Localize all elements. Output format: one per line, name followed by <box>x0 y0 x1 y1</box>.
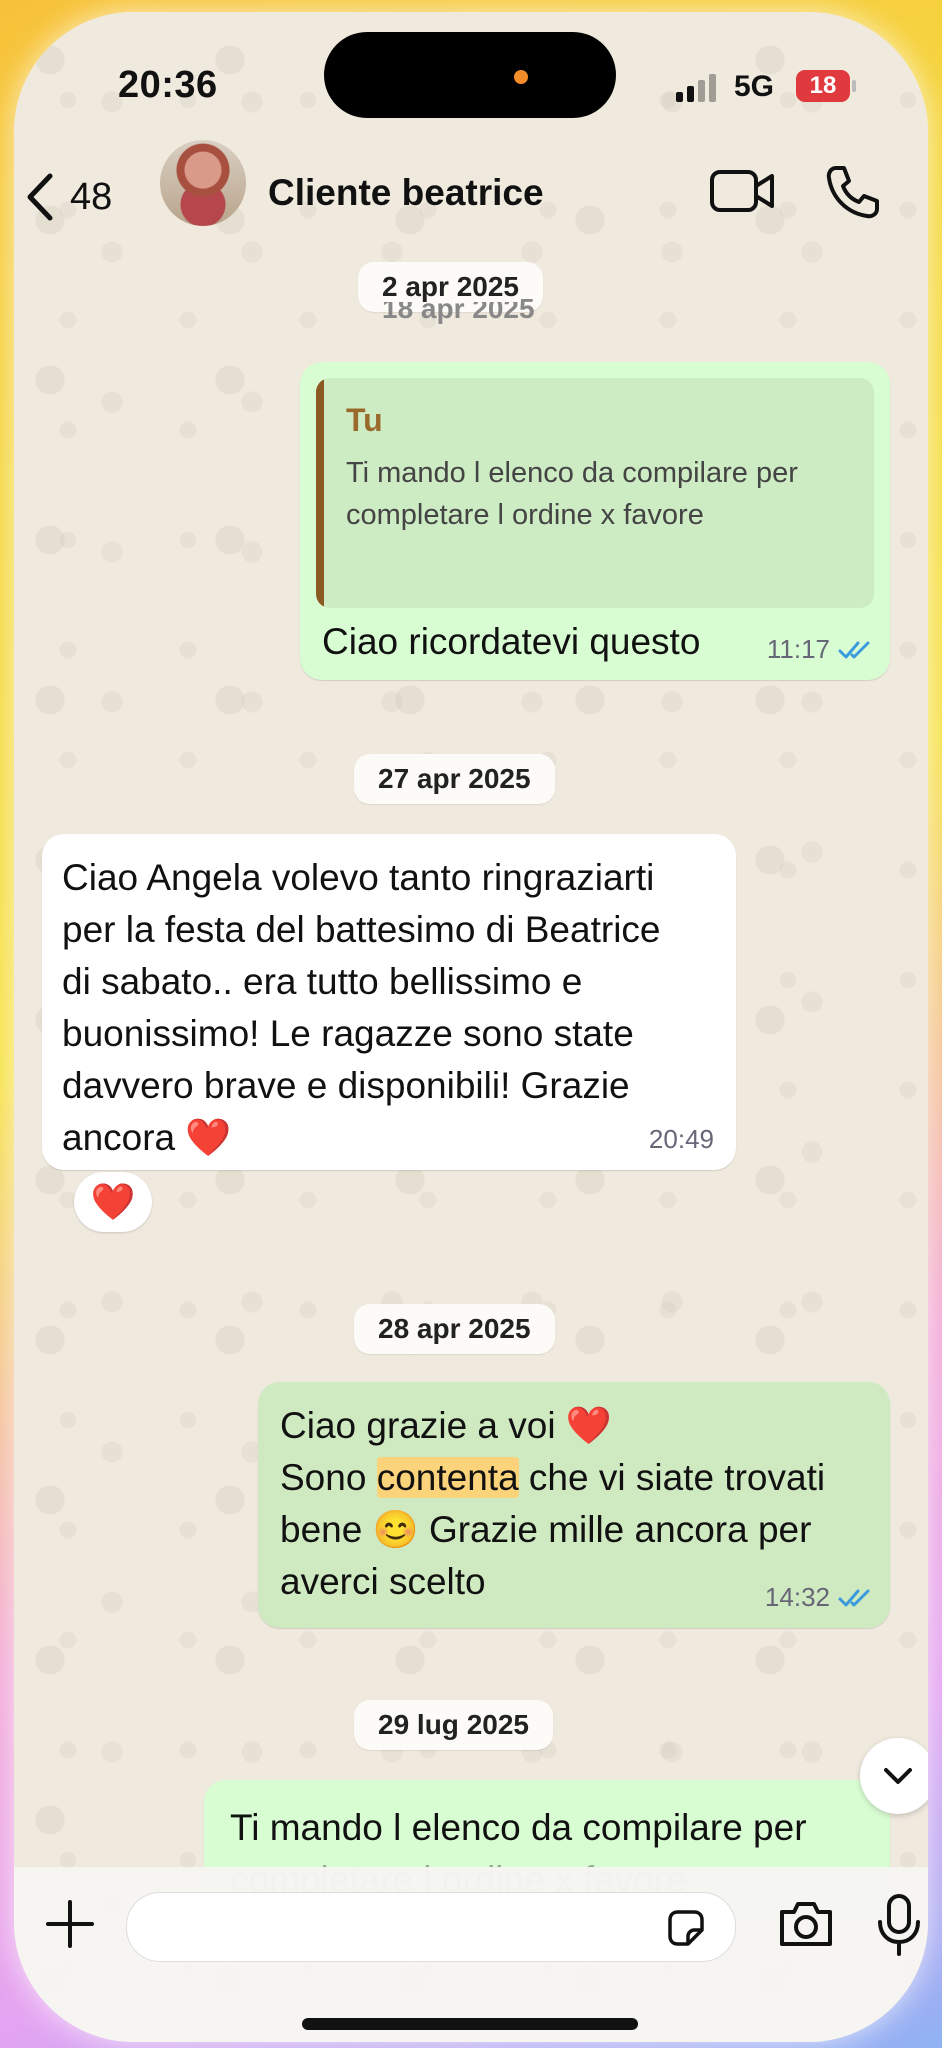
signal-icon <box>676 72 720 102</box>
message-bubble-incoming[interactable]: Ciao Angela volevo tanto ringraziarti pe… <box>42 834 736 1170</box>
phone-screen: 20:36 5G 18 48 Cliente beatrice 18 apr 2… <box>14 12 928 2042</box>
message-input[interactable] <box>126 1892 736 1962</box>
dynamic-island <box>324 32 616 118</box>
unread-count: 48 <box>70 175 113 218</box>
avatar[interactable] <box>160 140 246 226</box>
plus-icon <box>46 1900 94 1948</box>
back-button[interactable]: 48 <box>22 162 142 232</box>
reaction-badge[interactable]: ❤️ <box>74 1172 152 1232</box>
date-label: 28 apr 2025 <box>378 1313 531 1344</box>
network-label: 5G <box>734 70 775 103</box>
camera-indicator-dot <box>514 70 528 84</box>
message-text: Ti mando l elenco da compilare per <box>230 1807 807 1848</box>
message-bubble-outgoing[interactable]: Ciao grazie a voi ❤️ Sono contenta che v… <box>258 1382 890 1628</box>
message-bubble-outgoing[interactable]: Tu Ti mando l elenco da compilare per co… <box>300 362 890 680</box>
quote-text: Ti mando l elenco da compilare per compl… <box>346 457 798 531</box>
message-text: Ciao grazie a voi ❤️ Sono contenta che v… <box>280 1400 825 1608</box>
date-separator: 18 apr 2025 2 apr 2025 <box>358 262 543 324</box>
message-meta: 14:32 <box>765 1582 876 1613</box>
message-text: Ciao ricordatevi questo <box>322 621 701 662</box>
camera-button[interactable] <box>776 1898 836 1950</box>
sticker-icon <box>668 1910 704 1946</box>
camera-icon <box>780 1902 832 1946</box>
battery-cap <box>852 80 856 92</box>
voice-call-button[interactable] <box>822 162 882 222</box>
sticker-button[interactable] <box>664 1906 708 1950</box>
status-time: 20:36 <box>118 64 218 106</box>
message-text: Ciao Angela volevo tanto ringraziarti pe… <box>62 857 661 1158</box>
message-time: 14:32 <box>764 1582 830 1612</box>
message-line: Sono <box>280 1457 377 1498</box>
date-separator: 27 apr 2025 <box>354 754 555 804</box>
read-ticks-icon <box>838 1589 870 1606</box>
battery-icon: 18 <box>796 70 850 102</box>
date-separator: 28 apr 2025 <box>354 1304 555 1354</box>
message-time: 20:49 <box>648 1124 714 1154</box>
date-label: 2 apr 2025 <box>382 271 519 302</box>
search-highlight: contenta <box>376 1457 519 1498</box>
phone-icon <box>826 166 879 219</box>
chevron-left-icon <box>27 173 53 221</box>
chevron-down-icon <box>884 1768 912 1784</box>
message-line: averci scelto <box>280 1561 486 1602</box>
quote-bar <box>316 378 324 608</box>
quoted-message[interactable]: Tu Ti mando l elenco da compilare per co… <box>316 378 874 608</box>
message-meta: 11:17 <box>767 634 876 665</box>
read-ticks-icon <box>838 641 870 658</box>
message-line: che vi siate trovati <box>518 1457 826 1498</box>
scroll-to-bottom-button[interactable] <box>860 1738 928 1814</box>
heart-reaction-icon: ❤️ <box>90 1181 136 1222</box>
home-indicator[interactable] <box>302 2018 638 2030</box>
date-label: 27 apr 2025 <box>378 763 531 794</box>
message-line: Ciao grazie a voi ❤️ <box>280 1405 612 1446</box>
date-separator: 29 lug 2025 <box>354 1700 553 1750</box>
contact-name[interactable]: Cliente beatrice <box>268 172 544 214</box>
quote-author: Tu <box>346 402 383 438</box>
date-label: 29 lug 2025 <box>378 1709 529 1740</box>
microphone-icon <box>878 1894 920 1956</box>
message-meta: 20:49 <box>649 1124 714 1155</box>
message-line: bene 😊 Grazie mille ancora per <box>280 1509 812 1550</box>
attach-button[interactable] <box>42 1896 98 1952</box>
message-time: 11:17 <box>766 634 830 664</box>
video-call-button[interactable] <box>708 164 778 218</box>
voice-message-button[interactable] <box>874 1892 924 1958</box>
video-camera-icon <box>710 170 774 212</box>
